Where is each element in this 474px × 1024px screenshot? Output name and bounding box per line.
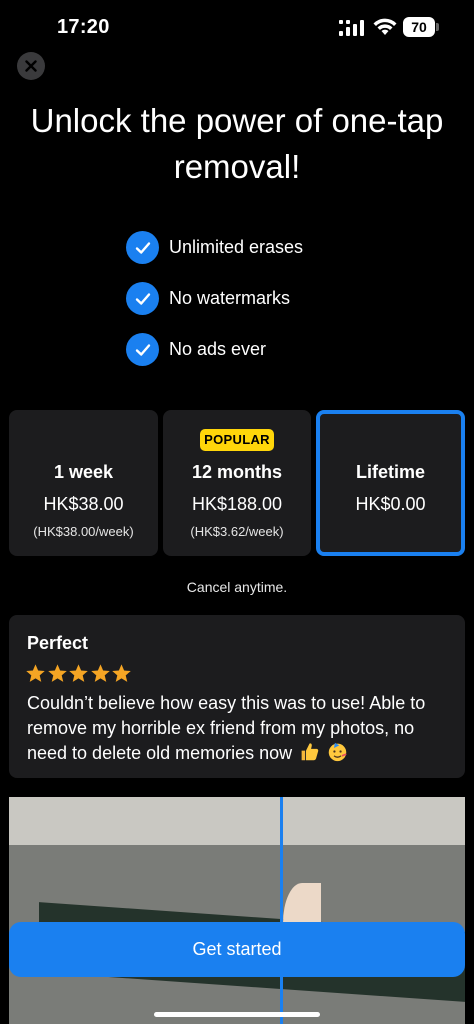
feature-item: No watermarks — [126, 281, 426, 316]
plan-name: 12 months — [191, 462, 283, 482]
checkmark-icon — [126, 333, 159, 366]
comparison-divider[interactable] — [280, 797, 283, 1024]
feature-item: Unlimited erases — [126, 230, 426, 265]
review-card: Perfect Couldn’t believe how easy this w… — [9, 615, 465, 778]
plan-name: Lifetime — [355, 462, 425, 482]
signal-icon — [339, 20, 364, 36]
star-icon — [90, 664, 110, 682]
checkmark-icon — [126, 231, 159, 264]
feature-label: Unlimited erases — [169, 237, 304, 257]
star-icon — [112, 664, 131, 682]
review-body: Couldn’t believe how easy this was to us… — [27, 693, 426, 763]
plan-option-1-week[interactable]: 1 week HK$38.00 (HK$38.00/week) — [9, 410, 158, 556]
before-after-photo[interactable] — [9, 797, 465, 1024]
star-icon — [47, 664, 67, 682]
battery-tip — [436, 23, 439, 31]
status-time: 17:20 — [57, 16, 110, 38]
review-text: Couldn’t believe how easy this was to us… — [27, 691, 459, 766]
plan-price: HK$188.00 — [191, 494, 283, 514]
feature-label: No watermarks — [169, 288, 291, 308]
battery-level: 70 — [403, 17, 435, 37]
feature-list: Unlimited erases No watermarks No ads ev… — [126, 230, 426, 383]
plan-option-12-months[interactable]: POPULAR 12 months HK$188.00 (HK$3.62/wee… — [163, 410, 311, 556]
wifi-icon — [373, 18, 397, 35]
status-bar: 17:20 70 — [0, 0, 474, 56]
feature-label: No ads ever — [169, 339, 267, 359]
star-icon — [69, 664, 88, 682]
checkmark-icon — [126, 282, 159, 315]
popular-badge: POPULAR — [200, 429, 274, 451]
close-icon — [25, 60, 37, 72]
star-rating — [25, 663, 133, 684]
battery-icon: 70 — [403, 17, 439, 37]
get-started-button[interactable]: Get started — [9, 922, 465, 977]
paywall-screen: 17:20 70 Unlock the power of one-tap rem… — [0, 0, 474, 1024]
review-title: Perfect — [27, 633, 89, 653]
plan-price: HK$0.00 — [355, 494, 426, 514]
star-icon — [26, 664, 45, 682]
photo-wall — [9, 797, 465, 845]
plan-option-lifetime[interactable]: Lifetime HK$0.00 — [316, 410, 465, 556]
thumbs-up-icon — [301, 743, 319, 761]
plan-price: HK$38.00 — [43, 494, 124, 514]
plan-name: 1 week — [53, 462, 114, 482]
close-button[interactable] — [17, 52, 45, 80]
cancel-note: Cancel anytime. — [186, 579, 288, 595]
plan-price-per-week: (HK$3.62/week) — [190, 524, 284, 539]
party-face-icon — [328, 742, 347, 762]
headline: Unlock the power of one-tap removal! — [30, 102, 444, 185]
plan-price-per-week: (HK$38.00/week) — [33, 524, 134, 539]
feature-item: No ads ever — [126, 332, 426, 367]
home-indicator — [154, 1012, 320, 1017]
